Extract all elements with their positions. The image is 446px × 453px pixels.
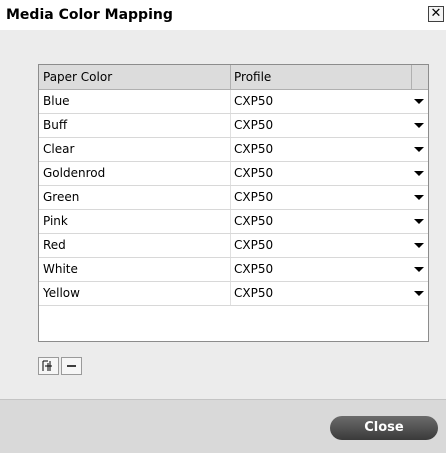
cell-divider <box>230 282 231 305</box>
table-header: Paper Color Profile <box>39 65 428 90</box>
table-row[interactable]: Goldenrod CXP50 <box>39 162 428 186</box>
cell-divider <box>230 186 231 209</box>
column-header-paper-color[interactable]: Paper Color <box>43 65 112 89</box>
table-row[interactable]: Yellow CXP50 <box>39 282 428 306</box>
remove-row-icon <box>67 365 76 367</box>
dropdown-arrow-icon[interactable] <box>414 147 424 152</box>
paper-color-cell: Pink <box>43 214 68 228</box>
dropdown-arrow-icon[interactable] <box>414 99 424 104</box>
paper-color-cell: Blue <box>43 94 70 108</box>
profile-select[interactable]: CXP50 <box>234 282 273 305</box>
close-icon[interactable]: ✕ <box>428 6 444 22</box>
table-row[interactable]: Buff CXP50 <box>39 114 428 138</box>
profile-select[interactable]: CXP50 <box>234 234 273 257</box>
title-bar: Media Color Mapping ✕ <box>0 0 446 30</box>
mapping-table: Paper Color Profile Blue CXP50 Buff CXP50 Cl… <box>38 64 429 342</box>
dropdown-arrow-icon[interactable] <box>414 123 424 128</box>
dropdown-arrow-icon[interactable] <box>414 195 424 200</box>
row-action-buttons <box>38 357 82 377</box>
cell-divider <box>230 138 231 161</box>
paper-color-cell: Green <box>43 190 80 204</box>
paper-color-cell: Goldenrod <box>43 166 106 180</box>
table-row[interactable]: Red CXP50 <box>39 234 428 258</box>
cell-divider <box>230 234 231 257</box>
dropdown-arrow-icon[interactable] <box>414 291 424 296</box>
paper-color-cell: Yellow <box>43 286 80 300</box>
paper-color-cell: Buff <box>43 118 68 132</box>
table-row[interactable]: Green CXP50 <box>39 186 428 210</box>
add-row-button[interactable] <box>38 357 59 375</box>
profile-select[interactable]: CXP50 <box>234 210 273 233</box>
table-row[interactable]: Pink CXP50 <box>39 210 428 234</box>
profile-select[interactable]: CXP50 <box>234 138 273 161</box>
profile-select[interactable]: CXP50 <box>234 162 273 185</box>
cell-divider <box>230 90 231 113</box>
cell-divider <box>230 210 231 233</box>
profile-select[interactable]: CXP50 <box>234 114 273 137</box>
dropdown-arrow-icon[interactable] <box>414 219 424 224</box>
dropdown-arrow-icon[interactable] <box>414 171 424 176</box>
cell-divider <box>230 258 231 281</box>
profile-select[interactable]: CXP50 <box>234 186 273 209</box>
close-button[interactable]: Close <box>330 416 438 440</box>
table-body: Blue CXP50 Buff CXP50 Clear CXP50 Goldenrod CXP… <box>39 90 428 306</box>
dropdown-arrow-icon[interactable] <box>414 243 424 248</box>
column-header-profile[interactable]: Profile <box>234 65 271 89</box>
dialog-footer: Close <box>0 399 446 453</box>
dialog-title: Media Color Mapping <box>6 7 173 23</box>
column-divider <box>230 65 231 89</box>
remove-row-button[interactable] <box>61 357 82 375</box>
paper-color-cell: Red <box>43 238 66 252</box>
cell-divider <box>230 114 231 137</box>
add-row-icon <box>42 360 52 371</box>
column-divider <box>411 65 412 89</box>
profile-select[interactable]: CXP50 <box>234 258 273 281</box>
profile-select[interactable]: CXP50 <box>234 90 273 113</box>
cell-divider <box>230 162 231 185</box>
table-row[interactable]: Clear CXP50 <box>39 138 428 162</box>
dropdown-arrow-icon[interactable] <box>414 267 424 272</box>
paper-color-cell: White <box>43 262 78 276</box>
media-color-mapping-dialog: Media Color Mapping ✕ Paper Color Profil… <box>0 0 446 453</box>
table-row[interactable]: White CXP50 <box>39 258 428 282</box>
paper-color-cell: Clear <box>43 142 75 156</box>
table-row[interactable]: Blue CXP50 <box>39 90 428 114</box>
